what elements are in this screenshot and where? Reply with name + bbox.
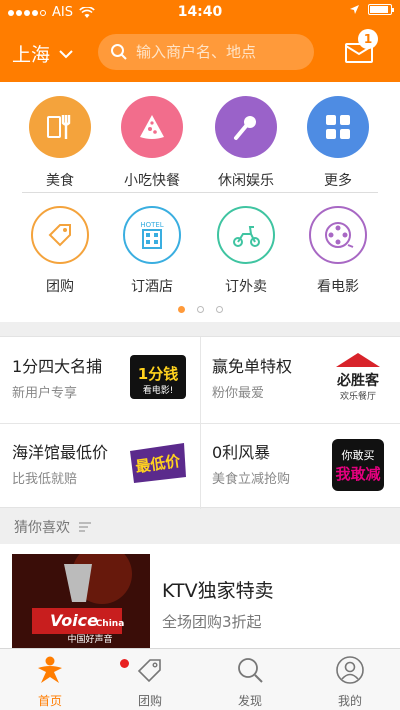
tag-icon: [31, 206, 89, 264]
page-dot[interactable]: [215, 306, 223, 313]
search-bar[interactable]: [98, 34, 314, 70]
thumbnail-subtitle: China: [96, 619, 125, 629]
promo-title: 0利风暴: [212, 443, 271, 462]
thumbnail-title: Voice: [50, 611, 98, 630]
category-group-buy[interactable]: 团购: [20, 206, 100, 296]
deal-subtitle: 全场团购3折起: [162, 613, 262, 631]
tab-label: 我的: [337, 694, 362, 708]
category-label: 休闲娱乐: [218, 173, 274, 189]
promo-title: 1分四大名捕: [12, 357, 103, 376]
category-label: 团购: [46, 279, 74, 295]
promo-grid: 1分四大名捕 新用户专享 1分钱 看电影! 赢免单特权 粉你最爱 必胜客 欢乐餐…: [0, 336, 400, 509]
scooter-icon: [217, 206, 275, 264]
bottom-tab-bar: 首页 团购 发现 我的: [0, 648, 400, 710]
status-bar: AIS 14:40: [0, 0, 400, 26]
promo-card[interactable]: 赢免单特权 粉你最爱 必胜客 欢乐餐厅: [200, 337, 400, 423]
tab-home[interactable]: 首页: [0, 649, 100, 710]
tab-mine[interactable]: 我的: [300, 649, 400, 710]
promo-image-subtext: 看电影!: [143, 384, 174, 396]
microphone-icon: [215, 96, 277, 158]
search-icon: [238, 658, 263, 683]
search-icon: [111, 44, 127, 60]
category-label: 美食: [46, 173, 74, 189]
page-dot[interactable]: [196, 306, 204, 313]
tab-label: 发现: [237, 694, 262, 708]
category-more[interactable]: 更多: [298, 96, 378, 190]
list-icon: [79, 522, 91, 532]
location-arrow-icon: [350, 5, 359, 14]
category-label: 看电影: [317, 279, 359, 295]
section-title: 猜你喜欢: [14, 520, 70, 536]
deal-title: KTV独家特卖: [162, 580, 274, 602]
category-food[interactable]: 美食: [20, 96, 100, 190]
category-movie[interactable]: 看电影: [298, 206, 378, 296]
category-entertainment[interactable]: 休闲娱乐: [206, 96, 286, 190]
hotel-icon: HOTEL: [123, 206, 181, 264]
tag-icon: [137, 659, 161, 683]
search-input[interactable]: [136, 43, 296, 61]
battery-icon: [368, 4, 394, 15]
promo-image: 1分钱 看电影!: [130, 355, 186, 399]
tab-label: 首页: [37, 694, 62, 708]
hotel-icon-text: HOTEL: [140, 221, 163, 229]
page-dot-active[interactable]: [177, 306, 185, 313]
promo-image-text: 1分钱: [138, 365, 178, 383]
promo-image-text: 你敢买: [342, 448, 375, 462]
city-selector[interactable]: 上海: [12, 40, 74, 67]
promo-card[interactable]: 1分四大名捕 新用户专享 1分钱 看电影!: [0, 337, 200, 423]
page-indicator: [0, 306, 400, 313]
deal-thumbnail: Voice China 中国好声音: [12, 554, 150, 650]
promo-subtitle: 美食立减抢购: [212, 472, 291, 487]
promo-image: 必胜客 欢乐餐厅: [336, 353, 380, 402]
thumbnail-tag: 中国好声音: [67, 633, 112, 645]
list-item[interactable]: Voice China 中国好声音 KTV独家特卖 全场团购3折起: [0, 544, 400, 650]
promo-card[interactable]: 海洋馆最低价 比我低就赔 最低价: [0, 423, 200, 509]
category-label: 更多: [324, 173, 352, 189]
promo-image-subtext: 我敢减: [335, 465, 380, 483]
promo-subtitle: 粉你最爱: [212, 386, 265, 401]
category-label: 订外卖: [225, 279, 267, 295]
message-badge: 1: [358, 29, 378, 49]
category-snacks[interactable]: 小吃快餐: [112, 96, 192, 190]
promo-image-subtext: 欢乐餐厅: [340, 390, 376, 402]
category-label: 订酒店: [131, 279, 173, 295]
category-grid: 美食 小吃快餐 休闲娱乐 更多 团购 HOTEL 订酒店 订外卖 看电影: [0, 82, 400, 322]
promo-card[interactable]: 0利风暴 美食立减抢购 你敢买 我敢减: [200, 423, 400, 509]
grid-icon: [307, 96, 369, 158]
city-name: 上海: [12, 44, 51, 66]
notification-dot: [120, 659, 129, 668]
category-takeout[interactable]: 订外卖: [206, 206, 286, 296]
tab-group-buy[interactable]: 团购: [100, 649, 200, 710]
promo-image: 最低价: [130, 443, 186, 483]
user-icon: [336, 656, 364, 684]
pizza-icon: [121, 96, 183, 158]
status-right: [349, 4, 394, 15]
promo-image-text: 必胜客: [336, 372, 380, 389]
promo-subtitle: 新用户专享: [12, 386, 78, 401]
promo-image: 你敢买 我敢减: [332, 439, 384, 491]
divider: [22, 192, 378, 193]
promo-subtitle: 比我低就赔: [12, 472, 78, 487]
tab-label: 团购: [137, 694, 162, 708]
promo-title: 海洋馆最低价: [12, 443, 109, 462]
category-label: 小吃快餐: [124, 173, 180, 189]
film-reel-icon: [309, 206, 367, 264]
tab-discover[interactable]: 发现: [200, 649, 300, 710]
section-header-guess: 猜你喜欢: [0, 510, 400, 544]
status-time: 14:40: [177, 4, 223, 20]
promo-title: 赢免单特权: [212, 357, 293, 376]
home-person-icon: [38, 656, 62, 683]
utensils-icon: [29, 96, 91, 158]
chevron-down-icon: [59, 49, 73, 58]
category-hotel[interactable]: HOTEL 订酒店: [112, 206, 192, 296]
top-header: AIS 14:40 上海 1: [0, 0, 400, 82]
